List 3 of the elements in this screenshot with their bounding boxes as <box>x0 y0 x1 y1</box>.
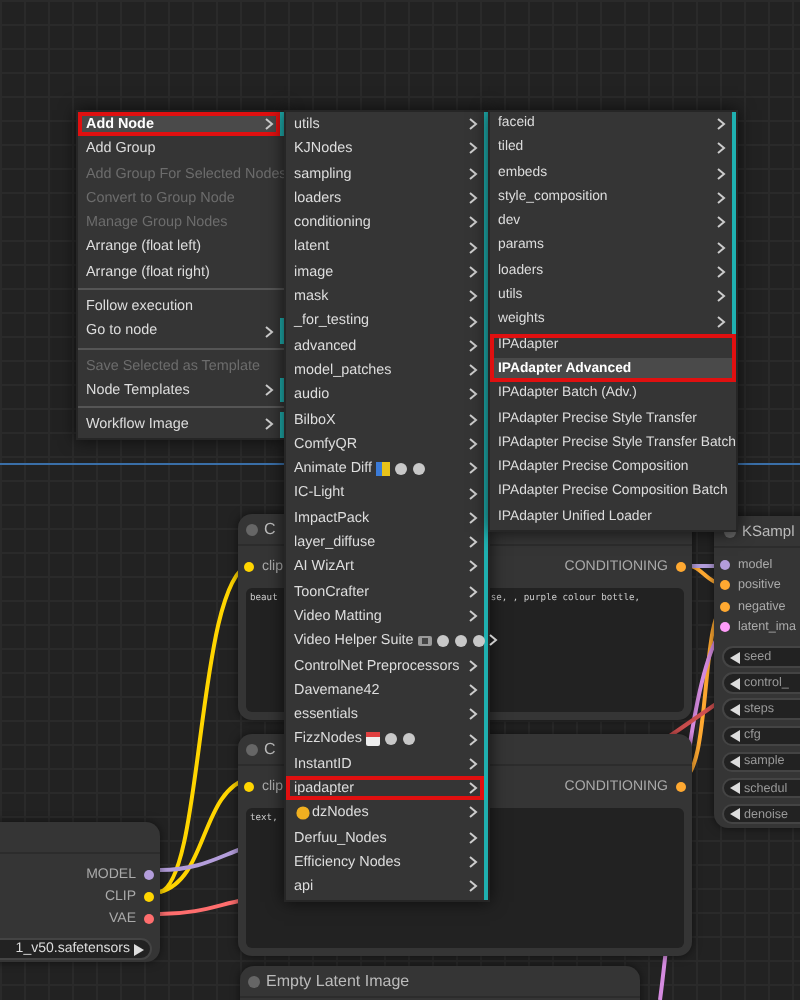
node-title: C <box>264 740 276 758</box>
node-title: Empty Latent Image <box>266 972 410 990</box>
node-title: C <box>264 520 276 538</box>
